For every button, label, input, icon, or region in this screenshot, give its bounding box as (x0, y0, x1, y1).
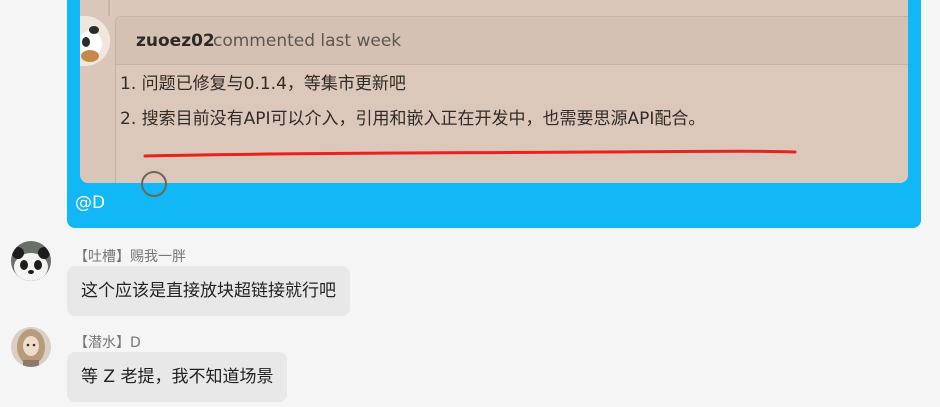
add-reaction-icon (141, 171, 167, 197)
list-item: 2. 搜索目前没有API可以介入，引用和嵌入正在开发中，也需要思源API配合。 (120, 109, 706, 129)
comment-meta: commented last week (213, 31, 402, 51)
panda-avatar[interactable] (11, 241, 51, 281)
comment-author: zuoez02 (136, 31, 215, 51)
message-bubble[interactable]: 这个应该是直接放块超链接就行吧 (67, 266, 350, 316)
list-item: 1. 问题已修复与0.1.4，等集市更新吧 (120, 74, 406, 94)
thread-line (108, 0, 110, 16)
mention-text: @D (75, 193, 106, 213)
sender-nickname: 【吐槽】赐我一胖 (74, 249, 186, 265)
girl-avatar[interactable] (11, 327, 51, 367)
sender-nickname: 【潜水】D (74, 335, 141, 351)
forwarded-message-bubble[interactable]: zuoez02 commented last week 1. 问题已修复与0.1… (67, 0, 921, 228)
comment-list: 1. 问题已修复与0.1.4，等集市更新吧 2. 搜索目前没有API可以介入，引… (120, 72, 705, 142)
message-bubble[interactable]: 等 Z 老提，我不知道场景 (67, 352, 288, 402)
red-underline-annotation (143, 149, 797, 158)
commenter-avatar (80, 16, 110, 66)
comment-header: zuoez02 commented last week (116, 17, 908, 65)
